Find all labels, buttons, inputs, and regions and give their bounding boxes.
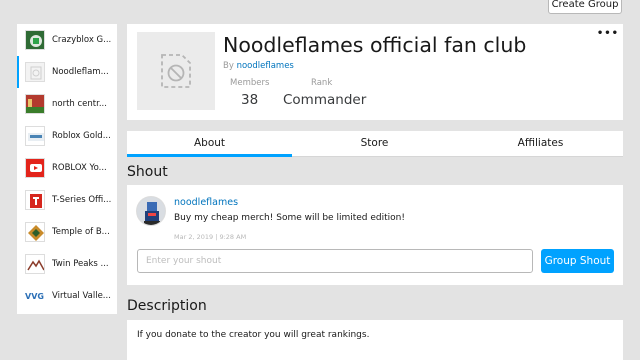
sidebar-item-roblox-youtube[interactable]: ROBLOX Yo... (17, 152, 117, 184)
tab-about[interactable]: About (127, 131, 292, 157)
rank-value: Commander (283, 92, 367, 108)
sidebar-item-noodleflames[interactable]: Noodleflam... (17, 56, 117, 88)
more-options-icon[interactable]: ••• (597, 28, 619, 39)
sidebar-item-north-central[interactable]: north centr... (17, 88, 117, 120)
shout-message: Buy my cheap merch! Some will be limited… (174, 213, 405, 223)
sidebar-item-temple[interactable]: Temple of B... (17, 216, 117, 248)
group-thumbnail (25, 126, 45, 146)
description-card: If you donate to the creator you will gr… (127, 320, 623, 360)
sidebar-item-label: Roblox Gold... (52, 131, 111, 141)
create-group-button[interactable]: Create Group (548, 0, 622, 14)
avatar[interactable] (136, 196, 166, 226)
group-thumbnail (25, 222, 45, 242)
sidebar-item-label: Twin Peaks ... (52, 259, 109, 269)
svg-text:VVG: VVG (25, 292, 44, 301)
group-owner-line: By noodleflames (223, 61, 294, 71)
group-owner-link[interactable]: noodleflames (237, 61, 294, 71)
sidebar-item-crazyblox[interactable]: Crazyblox G... (17, 24, 117, 56)
members-label: Members (230, 78, 270, 88)
group-thumbnail (25, 30, 45, 50)
tab-affiliates[interactable]: Affiliates (458, 131, 623, 157)
group-tabs: About Store Affiliates (127, 131, 623, 157)
by-prefix: By (223, 61, 234, 71)
group-thumbnail (25, 158, 45, 178)
sidebar-item-label: Virtual Valle... (52, 291, 111, 301)
sidebar-item-label: north centr... (52, 99, 107, 109)
group-thumbnail: VVG (25, 286, 45, 306)
rank-label: Rank (311, 78, 333, 88)
shout-heading: Shout (127, 164, 168, 180)
sidebar-item-label: Crazyblox G... (52, 35, 112, 45)
members-count: 38 (241, 92, 259, 108)
sidebar-item-virtual-valley[interactable]: VVG Virtual Valle... (17, 280, 117, 312)
sidebar-item-t-series[interactable]: T-Series Offi... (17, 184, 117, 216)
sidebar-item-label: T-Series Offi... (52, 195, 112, 205)
group-thumbnail (25, 94, 45, 114)
group-header: Noodleflames official fan club By noodle… (127, 24, 623, 120)
sidebar-item-twin-peaks[interactable]: Twin Peaks ... (17, 248, 117, 280)
sidebar-item-label: Noodleflam... (52, 67, 109, 77)
group-thumbnail (25, 254, 45, 274)
description-heading: Description (127, 298, 207, 314)
description-text: If you donate to the creator you will gr… (137, 330, 370, 340)
group-thumbnail (25, 190, 45, 210)
group-shout-button[interactable]: Group Shout (541, 249, 614, 273)
group-thumbnail (25, 62, 45, 82)
shout-poster-link[interactable]: noodleflames (174, 197, 238, 208)
tab-store[interactable]: Store (292, 131, 457, 157)
image-unavailable-icon (161, 54, 191, 88)
group-emblem-placeholder (137, 32, 215, 110)
groups-sidebar: Crazyblox G... Noodleflam... north centr… (17, 24, 117, 314)
group-name: Noodleflames official fan club (223, 33, 527, 57)
shout-timestamp: Mar 2, 2019 | 9:28 AM (174, 233, 247, 241)
sidebar-item-label: Temple of B... (52, 227, 110, 237)
shout-input[interactable] (137, 249, 533, 273)
shout-card: noodleflames Buy my cheap merch! Some wi… (127, 185, 623, 285)
sidebar-item-label: ROBLOX Yo... (52, 163, 107, 173)
sidebar-item-roblox-gold[interactable]: Roblox Gold... (17, 120, 117, 152)
